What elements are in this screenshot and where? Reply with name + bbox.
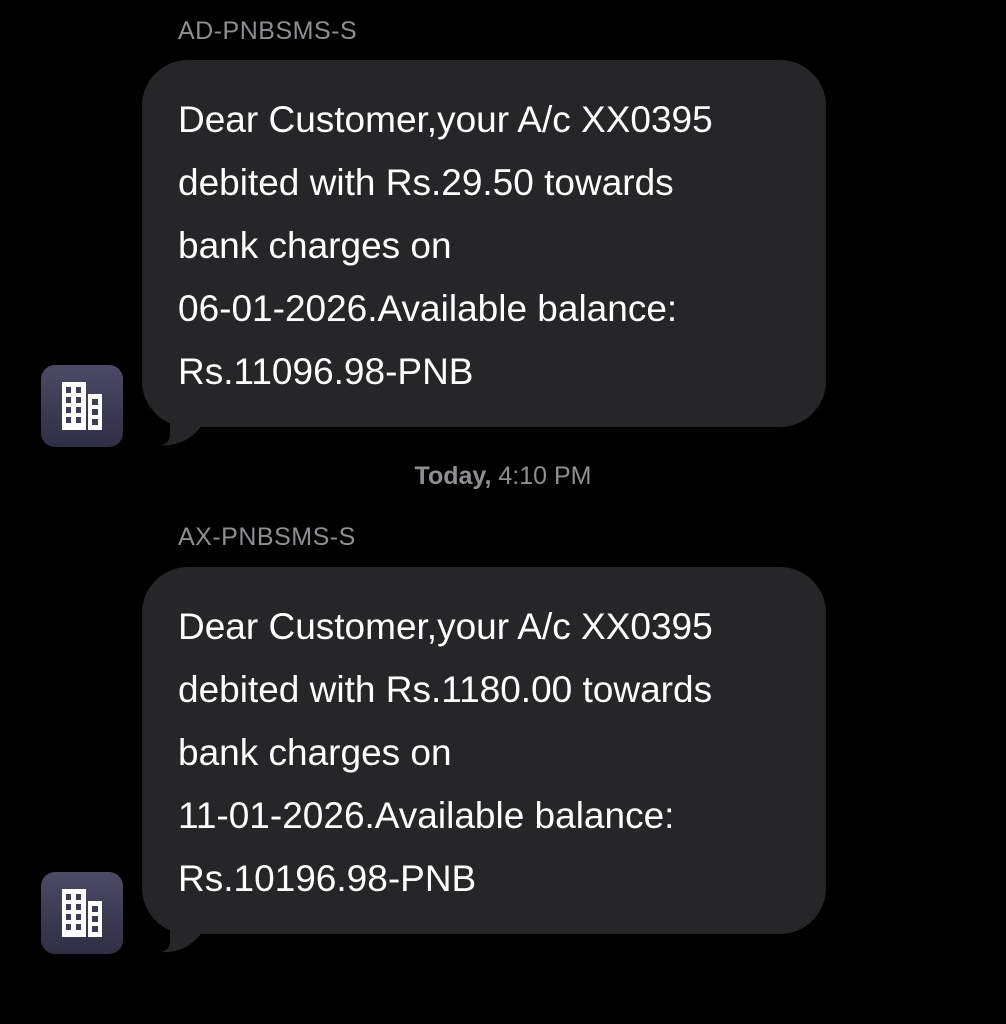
- message-text-line: 11-01-2026.Available balance:: [178, 795, 675, 836]
- message-text-line: debited with Rs.1180.00 towards: [178, 669, 713, 710]
- sender-avatar[interactable]: [41, 365, 123, 447]
- message-text-line: Rs.10196.98-PNB: [178, 858, 477, 899]
- sender-label: AX-PNBSMS-S: [178, 523, 356, 551]
- message-text-line: 06-01-2026.Available balance:: [178, 288, 678, 329]
- timestamp-time: 4:10 PM: [498, 462, 592, 490]
- message-text-line: Dear Customer,your A/c XX0395: [178, 99, 713, 140]
- timestamp: Today, 4:10 PM: [0, 464, 1006, 489]
- message-text-line: Dear Customer,your A/c XX0395: [178, 606, 713, 647]
- sender-label: AD-PNBSMS-S: [178, 17, 358, 45]
- building-icon: [62, 382, 102, 430]
- message-text-line: bank charges on: [178, 732, 452, 773]
- message-bubble[interactable]: Dear Customer,your A/c XX0395 debited wi…: [142, 567, 826, 934]
- message-text-line: debited with Rs.29.50 towards: [178, 162, 674, 203]
- bubble-tail: [160, 410, 200, 446]
- timestamp-day: Today,: [414, 462, 492, 490]
- message-bubble[interactable]: Dear Customer,your A/c XX0395 debited wi…: [142, 60, 826, 427]
- bubble-tail: [160, 917, 200, 953]
- message-text-line: bank charges on: [178, 225, 452, 266]
- sender-avatar[interactable]: [41, 872, 123, 954]
- message-text-line: Rs.11096.98-PNB: [178, 351, 474, 392]
- building-icon: [62, 889, 102, 937]
